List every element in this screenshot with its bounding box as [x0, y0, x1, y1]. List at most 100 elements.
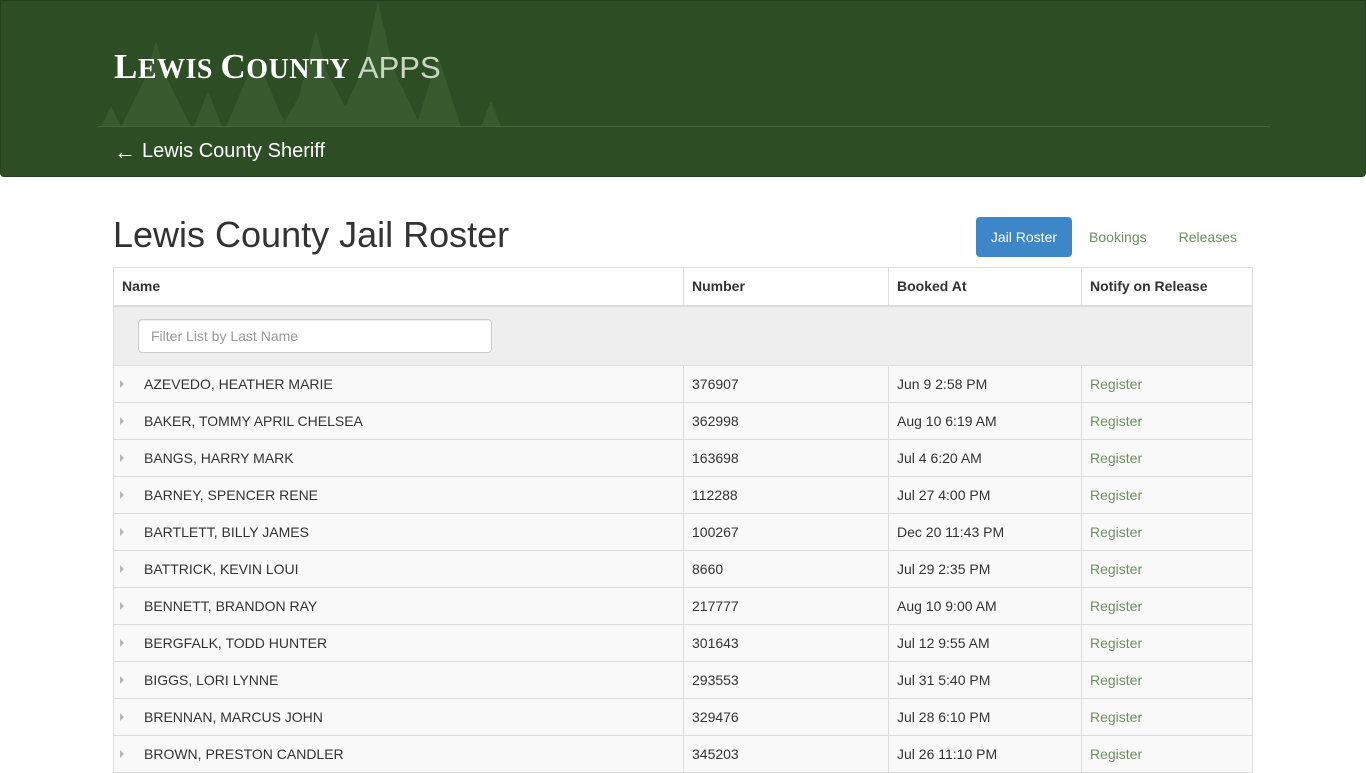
back-link-label: Lewis County Sheriff: [142, 140, 326, 162]
number-cell: 217777: [683, 587, 889, 625]
notify-cell: Register: [1081, 365, 1253, 403]
expand-caret-icon[interactable]: [120, 639, 124, 648]
expand-caret-icon[interactable]: [120, 750, 124, 759]
register-link[interactable]: Register: [1090, 746, 1142, 762]
table-row[interactable]: BANGS, HARRY MARK 163698 Jul 4 6:20 AM R…: [113, 439, 1253, 477]
expand-caret-icon[interactable]: [120, 528, 124, 537]
booked-at-cell: Aug 10 9:00 AM: [888, 587, 1082, 625]
register-link[interactable]: Register: [1090, 672, 1142, 688]
register-link[interactable]: Register: [1090, 413, 1142, 429]
table-row[interactable]: BIGGS, LORI LYNNE 293553 Jul 31 5:40 PM …: [113, 661, 1253, 699]
number-cell: 376907: [683, 365, 889, 403]
filter-row: [113, 305, 1253, 366]
inmate-name: BARTLETT, BILLY JAMES: [144, 524, 309, 540]
notify-cell: Register: [1081, 698, 1253, 736]
booked-at-cell: Jun 9 2:58 PM: [888, 365, 1082, 403]
brand-initial-c: C: [220, 47, 247, 86]
table-header-row: Name Number Booked At Notify on Release: [113, 267, 1253, 307]
brand-initial-l: L: [114, 47, 138, 86]
notify-cell: Register: [1081, 439, 1253, 477]
number-cell: 293553: [683, 661, 889, 699]
booked-at-cell: Jul 31 5:40 PM: [888, 661, 1082, 699]
table-row[interactable]: BROWN, PRESTON CANDLER 345203 Jul 26 11:…: [113, 735, 1253, 773]
expand-caret-icon[interactable]: [120, 454, 124, 463]
notify-cell: Register: [1081, 513, 1253, 551]
inmate-name: BERGFALK, TODD HUNTER: [144, 635, 328, 651]
inmate-name: BIGGS, LORI LYNNE: [144, 672, 279, 688]
column-header-number: Number: [683, 267, 889, 307]
booked-at-cell: Jul 27 4:00 PM: [888, 476, 1082, 514]
notify-cell: Register: [1081, 661, 1253, 699]
number-cell: 329476: [683, 698, 889, 736]
brand-apps: APPS: [357, 50, 441, 85]
register-link[interactable]: Register: [1090, 598, 1142, 614]
expand-caret-icon[interactable]: [120, 491, 124, 500]
name-cell: BROWN, PRESTON CANDLER: [113, 735, 684, 773]
back-to-sheriff-link[interactable]: ← Lewis County Sheriff: [114, 140, 325, 163]
name-cell: BARNEY, SPENCER RENE: [113, 476, 684, 514]
tab-jail-roster[interactable]: Jail Roster: [975, 217, 1073, 257]
brand-name: LEWIS COUNTY: [114, 47, 350, 87]
left-arrow-icon: ←: [114, 138, 136, 164]
register-link[interactable]: Register: [1090, 376, 1142, 392]
notify-cell: Register: [1081, 550, 1253, 588]
name-cell: BRENNAN, MARCUS JOHN: [113, 698, 684, 736]
table-row[interactable]: AZEVEDO, HEATHER MARIE 376907 Jun 9 2:58…: [113, 365, 1253, 403]
column-header-notify: Notify on Release: [1081, 267, 1253, 307]
site-header: LEWIS COUNTY APPS ← Lewis County Sheriff: [0, 0, 1366, 177]
table-row[interactable]: BAKER, TOMMY APRIL CHELSEA 362998 Aug 10…: [113, 402, 1253, 440]
booked-at-cell: Jul 4 6:20 AM: [888, 439, 1082, 477]
table-row[interactable]: BATTRICK, KEVIN LOUI 8660 Jul 29 2:35 PM…: [113, 550, 1253, 588]
table-row[interactable]: BENNETT, BRANDON RAY 217777 Aug 10 9:00 …: [113, 587, 1253, 625]
register-link[interactable]: Register: [1090, 487, 1142, 503]
table-body: AZEVEDO, HEATHER MARIE 376907 Jun 9 2:58…: [113, 305, 1253, 773]
column-header-name: Name: [113, 267, 684, 307]
inmate-name: BAKER, TOMMY APRIL CHELSEA: [144, 413, 363, 429]
tab-bookings[interactable]: Bookings: [1074, 217, 1162, 257]
name-cell: AZEVEDO, HEATHER MARIE: [113, 365, 684, 403]
register-link[interactable]: Register: [1090, 635, 1142, 651]
name-cell: BATTRICK, KEVIN LOUI: [113, 550, 684, 588]
name-cell: BENNETT, BRANDON RAY: [113, 587, 684, 625]
inmate-name: AZEVEDO, HEATHER MARIE: [144, 376, 333, 392]
register-link[interactable]: Register: [1090, 524, 1142, 540]
table-row[interactable]: BERGFALK, TODD HUNTER 301643 Jul 12 9:55…: [113, 624, 1253, 662]
header-divider: [98, 126, 1270, 127]
notify-cell: Register: [1081, 735, 1253, 773]
site-brand-logo[interactable]: LEWIS COUNTY APPS: [114, 47, 441, 87]
inmate-name: BROWN, PRESTON CANDLER: [144, 746, 344, 762]
inmate-name: BARNEY, SPENCER RENE: [144, 487, 319, 503]
expand-caret-icon[interactable]: [120, 676, 124, 685]
notify-cell: Register: [1081, 624, 1253, 662]
booked-at-cell: Jul 12 9:55 AM: [888, 624, 1082, 662]
booked-at-cell: Jul 29 2:35 PM: [888, 550, 1082, 588]
table-row[interactable]: BARTLETT, BILLY JAMES 100267 Dec 20 11:4…: [113, 513, 1253, 551]
name-cell: BAKER, TOMMY APRIL CHELSEA: [113, 402, 684, 440]
brand-word-county: OUNTY: [246, 54, 350, 85]
number-cell: 301643: [683, 624, 889, 662]
register-link[interactable]: Register: [1090, 709, 1142, 725]
last-name-filter-input[interactable]: [138, 318, 492, 353]
number-cell: 362998: [683, 402, 889, 440]
tab-releases[interactable]: Releases: [1164, 217, 1252, 257]
expand-caret-icon[interactable]: [120, 380, 124, 389]
expand-caret-icon[interactable]: [120, 417, 124, 426]
expand-caret-icon[interactable]: [120, 565, 124, 574]
booked-at-cell: Dec 20 11:43 PM: [888, 513, 1082, 551]
register-link[interactable]: Register: [1090, 450, 1142, 466]
notify-cell: Register: [1081, 402, 1253, 440]
inmate-name: BENNETT, BRANDON RAY: [144, 598, 318, 614]
roster-nav: Jail Roster Bookings Releases: [975, 217, 1252, 257]
booked-at-cell: Aug 10 6:19 AM: [888, 402, 1082, 440]
table-row[interactable]: BARNEY, SPENCER RENE 112288 Jul 27 4:00 …: [113, 476, 1253, 514]
notify-cell: Register: [1081, 587, 1253, 625]
expand-caret-icon[interactable]: [120, 602, 124, 611]
name-cell: BARTLETT, BILLY JAMES: [113, 513, 684, 551]
number-cell: 163698: [683, 439, 889, 477]
expand-caret-icon[interactable]: [120, 713, 124, 722]
inmate-name: BANGS, HARRY MARK: [144, 450, 294, 466]
register-link[interactable]: Register: [1090, 561, 1142, 577]
page-title: Lewis County Jail Roster: [113, 214, 510, 255]
filter-cell: [113, 305, 1253, 366]
table-row[interactable]: BRENNAN, MARCUS JOHN 329476 Jul 28 6:10 …: [113, 698, 1253, 736]
